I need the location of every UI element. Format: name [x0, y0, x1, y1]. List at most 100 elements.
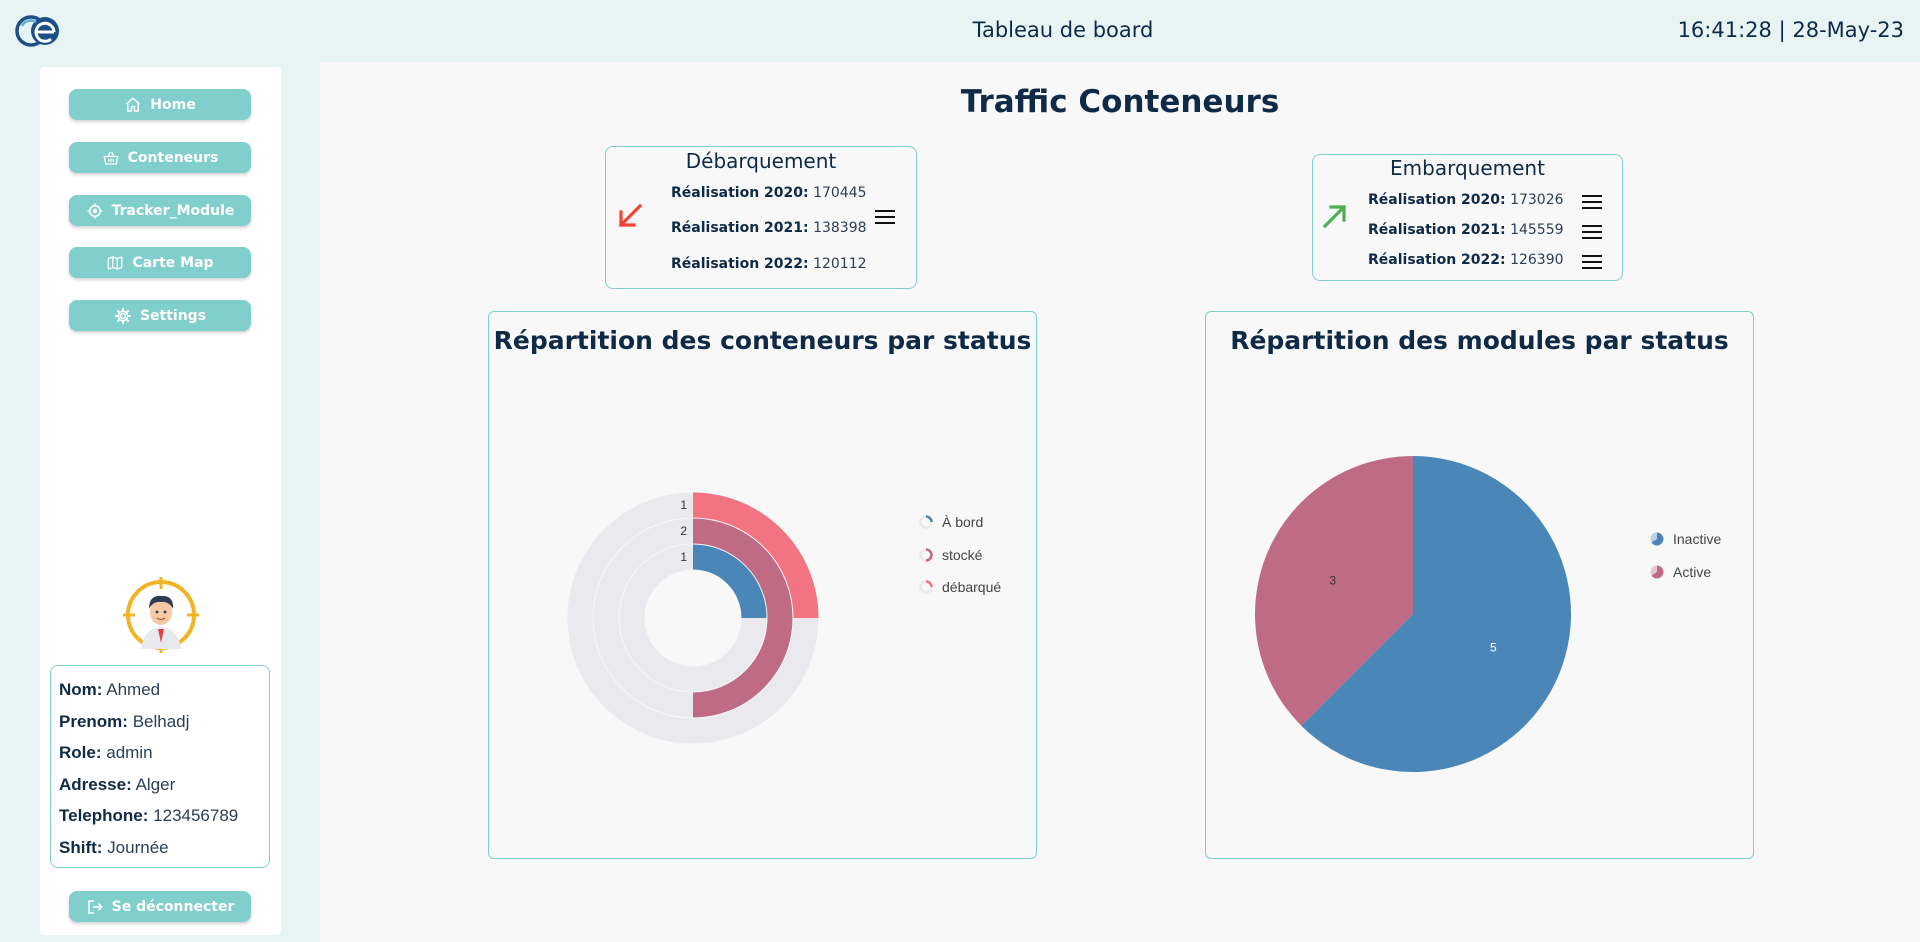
arrow-down-left-icon: [618, 203, 643, 228]
user-telephone-row: Telephone: 123456789: [59, 800, 261, 832]
user-adresse-row: Adresse: Alger: [59, 769, 261, 801]
stat-label: Réalisation 2021:: [671, 220, 809, 236]
menu-icon[interactable]: [1582, 225, 1604, 241]
stat-label: Réalisation 2022:: [1368, 252, 1506, 268]
menu-icon[interactable]: [1582, 195, 1604, 211]
legend-item-a-bord[interactable]: À bord: [918, 514, 983, 530]
info-label: Role:: [59, 743, 102, 763]
legend-item-stocke[interactable]: stocké: [918, 547, 982, 563]
user-nom-row: Nom: Ahmed: [59, 674, 261, 706]
user-info-card: Nom: Ahmed Prenom: Belhadj Role: admin A…: [50, 665, 270, 868]
stat-value: 173026: [1510, 192, 1564, 208]
stat-value: 145559: [1510, 222, 1564, 238]
nav-label: Tracker_Module: [111, 202, 235, 219]
legend-marker-icon: [919, 515, 933, 529]
info-value: Alger: [135, 774, 176, 794]
pie-value-label: 3: [1329, 574, 1336, 588]
clock-time: 16:41:28: [1677, 18, 1772, 42]
basket-icon: [103, 151, 119, 165]
user-role-row: Role: admin: [59, 737, 261, 769]
arrow-up-right-icon: [1322, 204, 1347, 229]
stat-value: 138398: [813, 220, 867, 236]
legend-marker-icon: [1650, 532, 1664, 546]
info-value: 123456789: [153, 806, 239, 826]
top-header: Tableau de board 16:41:28 | 28-May-23: [0, 0, 1920, 62]
pie-chart[interactable]: 53: [1206, 312, 1755, 860]
debarquement-row-2021: Réalisation 2021: 138398: [671, 220, 867, 236]
info-label: Shift:: [59, 837, 103, 857]
embarquement-row-2021: Réalisation 2021: 145559: [1368, 222, 1564, 238]
menu-icon[interactable]: [875, 210, 897, 226]
nav-label: Settings: [139, 307, 207, 324]
nav-label: Carte Map: [132, 254, 214, 271]
legend-label: Inactive: [1673, 531, 1722, 547]
modules-chart-card: Répartition des modules par status 53 In…: [1205, 311, 1754, 859]
logout-button[interactable]: Se déconnecter: [69, 891, 251, 922]
stat-label: Réalisation 2020:: [671, 185, 809, 201]
radial-value-label: 1: [680, 498, 687, 512]
embarquement-row-2022: Réalisation 2022: 126390: [1368, 252, 1564, 268]
legend-item-debarque[interactable]: débarqué: [918, 579, 1001, 595]
pie-value-label: 5: [1490, 640, 1497, 654]
avatar: [123, 577, 199, 653]
legend-label: stocké: [942, 547, 983, 563]
conteneurs-chart-card: Répartition des conteneurs par status 12…: [488, 311, 1037, 859]
debarquement-card: Débarquement Réalisation 2020: 170445 Ré…: [605, 146, 917, 289]
map-icon: [108, 255, 123, 270]
clock-date: 28-May-23: [1792, 18, 1904, 42]
stat-value: 126390: [1510, 252, 1564, 268]
logout-icon: [87, 899, 103, 914]
nav-conteneurs-button[interactable]: Conteneurs: [69, 142, 251, 173]
main-title: Traffic Conteneurs: [960, 84, 1280, 120]
nav-label: Home: [150, 96, 196, 113]
stat-value: 120112: [813, 256, 867, 272]
nav-home-button[interactable]: Home: [69, 89, 251, 120]
nav-settings-button[interactable]: Settings: [69, 300, 251, 331]
home-icon: [126, 97, 141, 112]
radial-value-label: 2: [680, 524, 687, 538]
info-value: Journée: [107, 837, 169, 857]
stat-value: 170445: [813, 185, 867, 201]
legend-marker-icon: [919, 580, 933, 594]
legend-item-active[interactable]: Active: [1649, 564, 1711, 580]
page-title: Tableau de board: [972, 18, 1154, 42]
clock-separator: |: [1778, 18, 1786, 42]
legend-label: Active: [1673, 564, 1712, 580]
nav-carte-map-button[interactable]: Carte Map: [69, 247, 251, 278]
embarquement-row-2020: Réalisation 2020: 173026: [1368, 192, 1564, 208]
logout-label: Se déconnecter: [111, 898, 235, 915]
radial-hole: [645, 570, 741, 666]
legend-marker-icon: [919, 548, 933, 562]
stat-label: Réalisation 2022:: [671, 256, 809, 272]
user-prenom-row: Prenom: Belhadj: [59, 706, 261, 738]
info-label: Nom:: [59, 680, 103, 699]
user-shift-row: Shift: Journée: [59, 832, 261, 864]
info-value: admin: [106, 743, 153, 763]
target-icon: [87, 203, 103, 218]
stat-label: Réalisation 2021:: [1368, 222, 1506, 238]
menu-icon[interactable]: [1582, 255, 1604, 271]
radial-value-label: 1: [680, 550, 687, 564]
info-label: Adresse:: [59, 774, 132, 794]
info-value: Belhadj: [132, 711, 190, 731]
legend-label: débarqué: [942, 579, 1002, 595]
debarquement-row-2020: Réalisation 2020: 170445: [671, 185, 867, 201]
debarquement-row-2022: Réalisation 2022: 120112: [671, 256, 867, 272]
clock: 16:41:28 | 28-May-23: [1678, 18, 1904, 42]
gear-icon: [114, 307, 132, 324]
app-logo[interactable]: [14, 14, 62, 48]
legend-label: À bord: [942, 514, 984, 530]
main-content: Traffic Conteneurs Débarquement Réalisat…: [320, 62, 1920, 942]
embarquement-card: Embarquement Réalisation 2020: 173026 Ré…: [1312, 154, 1623, 281]
legend-item-inactive[interactable]: Inactive: [1649, 531, 1721, 547]
sidebar: Home Conteneurs Tracker_Module Carte Map…: [40, 67, 281, 935]
embarquement-title: Embarquement: [1390, 156, 1545, 180]
nav-tracker-module-button[interactable]: Tracker_Module: [69, 195, 251, 226]
info-label: Prenom:: [59, 711, 128, 731]
legend-marker-icon: [1650, 565, 1664, 579]
stat-label: Réalisation 2020:: [1368, 192, 1506, 208]
nav-label: Conteneurs: [127, 149, 219, 166]
debarquement-title: Débarquement: [685, 149, 837, 173]
info-label: Telephone:: [59, 806, 149, 826]
info-value: Ahmed: [106, 680, 161, 699]
